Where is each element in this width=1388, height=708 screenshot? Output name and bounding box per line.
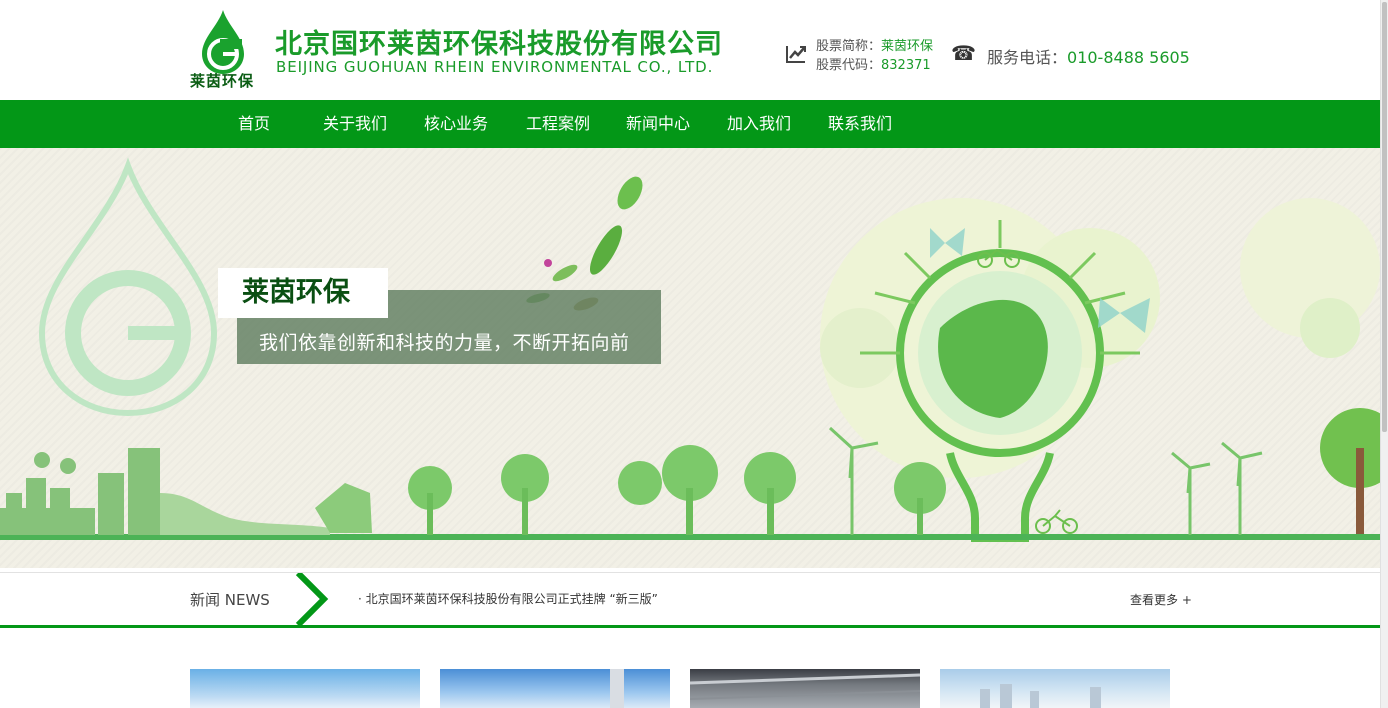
- banner-illustration: [0, 157, 1381, 542]
- nav-item-cases[interactable]: 工程案例: [526, 100, 590, 148]
- case-thumbnail-1[interactable]: [190, 669, 420, 708]
- case-thumbnail-2[interactable]: [440, 669, 670, 708]
- service-phone: 服务电话：010-8488 5605: [987, 44, 1190, 68]
- nav-item-join[interactable]: 加入我们: [727, 100, 791, 148]
- stock-name-label: 股票简称：: [816, 39, 882, 54]
- stock-info: 股票简称：莱茵环保 股票代码：832371: [816, 37, 933, 75]
- nav-item-about[interactable]: 关于我们: [323, 100, 387, 148]
- case-thumbnail-3[interactable]: [690, 669, 920, 708]
- phone-number: 010-8488 5605: [1067, 48, 1190, 67]
- nav-item-business[interactable]: 核心业务: [424, 100, 488, 148]
- site-header: 莱茵环保 北京国环莱茵环保科技股份有限公司 BEIJING GUOHUAN RH…: [0, 0, 1381, 100]
- telephone-icon: ☎: [951, 41, 976, 65]
- nav-item-home[interactable]: 首页: [238, 100, 270, 148]
- company-name-cn: 北京国环莱茵环保科技股份有限公司: [275, 29, 723, 60]
- nav-item-contact[interactable]: 联系我们: [828, 100, 892, 148]
- factory-roof-image: [690, 673, 920, 700]
- stock-code-label: 股票代码：: [816, 58, 882, 73]
- city-skyline-image: [980, 684, 1101, 708]
- phone-label: 服务电话：: [987, 48, 1068, 67]
- page-scrollbar[interactable]: [1380, 0, 1388, 708]
- stock-code-value: 832371: [881, 58, 931, 73]
- news-label: 新闻 NEWS: [190, 591, 270, 609]
- nav-item-news[interactable]: 新闻中心: [626, 100, 690, 148]
- news-ticker: 新闻 NEWS · 北京国环莱茵环保科技股份有限公司正式挂牌 “新三版” 查看更…: [0, 572, 1381, 628]
- scrollbar-thumb[interactable]: [1382, 2, 1387, 432]
- stock-name-value: 莱茵环保: [881, 39, 934, 54]
- main-nav: 首页 关于我们 核心业务 工程案例 新闻中心 加入我们 联系我们: [0, 100, 1381, 148]
- chevron-right-icon: [295, 573, 329, 625]
- page: 莱茵环保 北京国环莱茵环保科技股份有限公司 BEIJING GUOHUAN RH…: [0, 0, 1381, 708]
- banner-subtitle: 我们依靠创新和科技的力量，不断开拓向前: [259, 332, 630, 354]
- news-headline-link[interactable]: · 北京国环莱茵环保科技股份有限公司正式挂牌 “新三版”: [358, 590, 658, 607]
- trend-chart-icon: [786, 46, 806, 63]
- company-name-en: BEIJING GUOHUAN RHEIN ENVIRONMENTAL CO.,…: [276, 58, 714, 76]
- logo-text: 莱茵环保: [190, 72, 255, 90]
- hero-banner[interactable]: 我们依靠创新和科技的力量，不断开拓向前 莱茵环保: [0, 148, 1381, 568]
- banner-title: 莱茵环保: [218, 268, 388, 318]
- news-more-link[interactable]: 查看更多 +: [1130, 591, 1192, 608]
- chimney-image: [610, 669, 624, 708]
- case-thumbnail-4[interactable]: [940, 669, 1170, 708]
